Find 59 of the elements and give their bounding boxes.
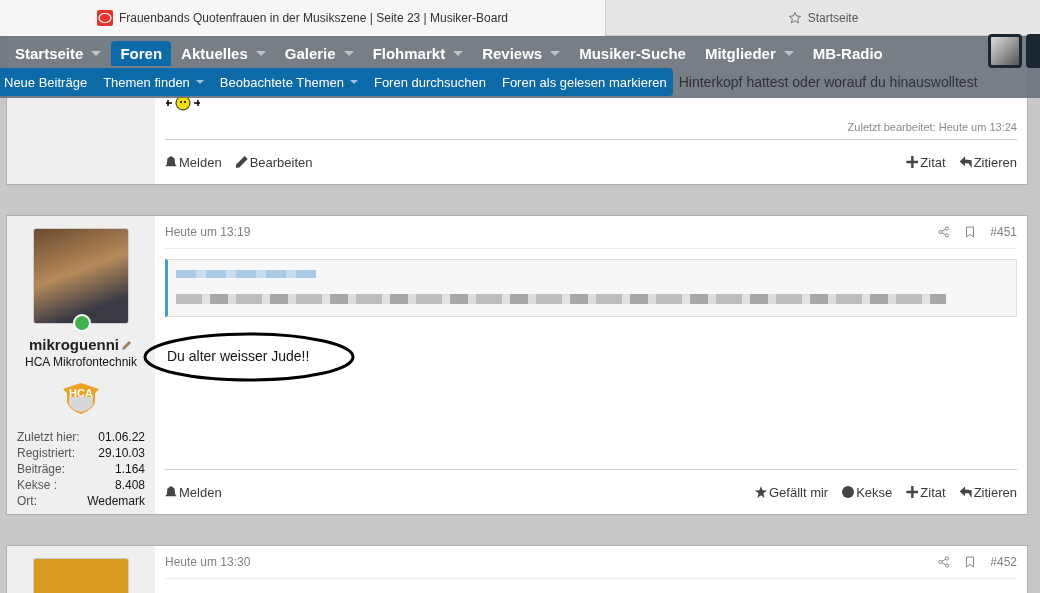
post-message: Du alter weisser Jude!! bbox=[167, 348, 310, 364]
share-icon[interactable] bbox=[938, 226, 951, 238]
subnav-link[interactable]: Foren durchsuchen bbox=[373, 74, 486, 90]
nav-tab[interactable]: MB-Radio bbox=[803, 41, 892, 66]
bookmark-icon[interactable] bbox=[964, 556, 977, 568]
share-icon[interactable] bbox=[938, 556, 951, 568]
stat-label: Zuletzt hier: bbox=[17, 429, 80, 445]
subnav-link[interactable]: Beobachtete Themen bbox=[219, 74, 358, 90]
subnav-link[interactable]: Themen finden bbox=[103, 74, 204, 90]
stat-label: Beiträge: bbox=[17, 461, 67, 477]
smiley-icon bbox=[165, 95, 201, 111]
post-date: Heute um 13:19 bbox=[165, 225, 251, 239]
stat-label: Kekse : bbox=[17, 477, 59, 493]
stat-value: Wedemark bbox=[87, 493, 145, 509]
post-action-link[interactable]: Melden bbox=[165, 154, 222, 170]
browser-tab[interactable]: Startseite bbox=[605, 0, 1040, 36]
post-number-link[interactable]: #452 bbox=[990, 555, 1017, 569]
avatar-photo-placeholder[interactable] bbox=[33, 228, 129, 324]
nav-tab[interactable]: Foren bbox=[111, 41, 172, 66]
nav-tab[interactable]: Reviews bbox=[473, 41, 570, 66]
edit-icon bbox=[235, 156, 248, 168]
stat-label: Ort: bbox=[17, 493, 38, 509]
post-action-link[interactable]: Gefällt mir bbox=[754, 484, 829, 500]
post-action-link[interactable]: Zitieren bbox=[959, 154, 1017, 170]
stat-value: 8.408 bbox=[113, 477, 145, 493]
nav-tab[interactable]: Musiker-Suche bbox=[570, 41, 695, 66]
user-title: HCA Mikrofontechnik bbox=[24, 355, 137, 369]
cookie-icon bbox=[842, 486, 855, 498]
star-icon bbox=[787, 10, 802, 25]
subnav-link[interactable]: Foren als gelesen markieren bbox=[501, 74, 667, 90]
bookmark-icon[interactable] bbox=[964, 226, 977, 238]
edit-note: Zuletzt bearbeitet: Heute um 13:24 bbox=[847, 121, 1017, 133]
post-date: Heute um 13:30 bbox=[165, 555, 251, 569]
post-number-link[interactable]: #451 bbox=[990, 225, 1017, 239]
nav-tab[interactable]: Galerie bbox=[275, 41, 363, 66]
report-icon bbox=[165, 156, 177, 168]
site-logo-icon bbox=[96, 10, 113, 26]
stat-value: 1.164 bbox=[113, 461, 145, 477]
background-post-text: Hinterkopf hattest oder worauf du hinauswolltest bbox=[678, 74, 978, 90]
post-action-link[interactable]: Zitat bbox=[906, 154, 946, 170]
reply-icon bbox=[959, 156, 972, 168]
report-icon bbox=[165, 486, 177, 498]
post-action-link[interactable]: Zitieren bbox=[959, 484, 1017, 500]
post-action-link[interactable]: Kekse bbox=[842, 484, 893, 500]
stat-value: 29.10.03 bbox=[97, 445, 145, 461]
nav-tab[interactable]: Aktuelles bbox=[172, 41, 275, 66]
nav-tab[interactable]: Startseite bbox=[6, 41, 111, 66]
subnav-link[interactable]: Neue Beiträge bbox=[4, 74, 88, 90]
post-action-link[interactable]: Zitat bbox=[906, 484, 946, 500]
stat-label: Registriert: bbox=[17, 445, 76, 461]
nav-tab[interactable]: Mitglieder bbox=[695, 41, 803, 66]
reply-icon bbox=[959, 486, 972, 498]
post-action-link[interactable]: Bearbeiten bbox=[235, 154, 313, 170]
pencil-icon bbox=[121, 338, 133, 351]
user-avatar-photo-placeholder[interactable] bbox=[988, 34, 1022, 68]
post-action-link[interactable]: Melden bbox=[165, 484, 222, 500]
nav-tab[interactable]: Flohmarkt bbox=[363, 41, 473, 66]
username-link[interactable]: mikroguenni bbox=[29, 336, 119, 353]
stat-value: 01.06.22 bbox=[97, 429, 145, 445]
